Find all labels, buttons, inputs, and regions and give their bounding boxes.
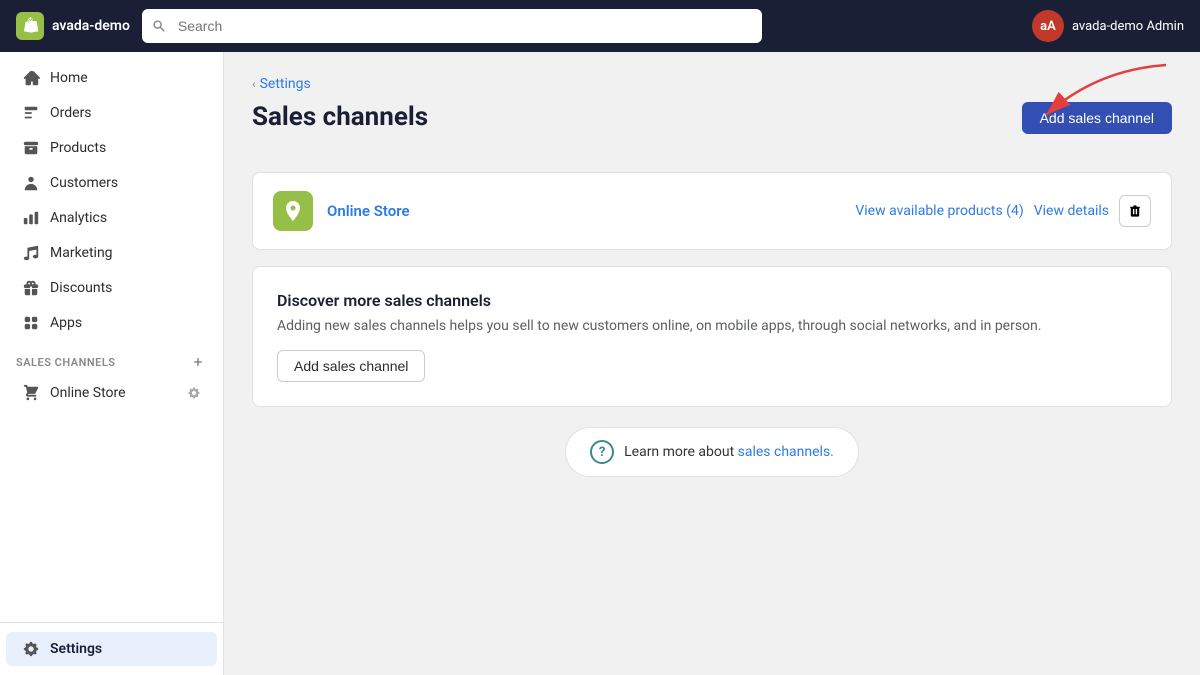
sidebar-item-online-store[interactable]: Online Store [6,376,217,410]
view-details-link[interactable]: View details [1034,203,1109,219]
add-sales-channel-icon[interactable] [189,353,207,371]
home-icon [22,69,40,87]
sidebar: Home Orders Products Custo [0,52,224,675]
online-store-actions: View available products (4) View details [855,195,1151,227]
sidebar-products-label: Products [50,140,106,156]
brand-name: avada-demo [52,18,130,34]
discover-add-channel-button[interactable]: Add sales channel [277,350,425,382]
sidebar-item-settings[interactable]: Settings [6,632,217,666]
learn-more-icon: ? [590,440,614,464]
topnav: avada-demo aA avada-demo Admin [0,0,1200,52]
sidebar-customers-label: Customers [50,175,118,191]
breadcrumb-settings-link[interactable]: Settings [260,76,311,92]
products-icon [22,139,40,157]
search-icon [152,19,166,33]
search-container [142,9,762,43]
view-available-products-link[interactable]: View available products (4) [855,203,1023,219]
apps-icon [22,314,40,332]
sidebar-item-apps[interactable]: Apps [6,306,217,340]
sidebar-orders-label: Orders [50,105,92,121]
marketing-icon [22,244,40,262]
sidebar-item-customers[interactable]: Customers [6,166,217,200]
learn-more-pill: ? Learn more about sales channels. [565,427,859,477]
online-store-name[interactable]: Online Store [327,202,410,220]
sidebar-item-home[interactable]: Home [6,61,217,95]
delete-channel-button[interactable] [1119,195,1151,227]
discounts-icon [22,279,40,297]
breadcrumb: ‹ Settings [252,76,1172,92]
brand[interactable]: avada-demo [16,12,130,40]
channel-settings-icon[interactable] [187,386,201,400]
learn-more-text: Learn more about sales channels. [624,444,834,460]
search-input[interactable] [142,9,762,43]
sidebar-online-store-label: Online Store [50,385,126,401]
sales-channels-section-title: SALES CHANNELS [0,341,223,375]
analytics-icon [22,209,40,227]
shopify-logo-icon [16,12,44,40]
sidebar-item-products[interactable]: Products [6,131,217,165]
avatar[interactable]: aA [1032,10,1064,42]
admin-name: avada-demo Admin [1072,19,1184,34]
sales-channels-link[interactable]: sales channels. [738,444,834,460]
online-store-logo-icon [273,191,313,231]
sidebar-item-orders[interactable]: Orders [6,96,217,130]
page-header: Sales channels Add sales channel [252,102,1172,152]
topnav-right: aA avada-demo Admin [1032,10,1184,42]
discover-description: Adding new sales channels helps you sell… [277,318,1147,334]
sidebar-settings-label: Settings [50,641,102,657]
sidebar-item-analytics[interactable]: Analytics [6,201,217,235]
online-store-card-row: Online Store View available products (4)… [253,173,1171,249]
orders-icon [22,104,40,122]
sidebar-analytics-label: Analytics [50,210,107,226]
online-store-card: Online Store View available products (4)… [252,172,1172,250]
breadcrumb-arrow-icon: ‹ [252,77,256,91]
online-store-icon [22,384,40,402]
sidebar-marketing-label: Marketing [50,245,113,261]
sidebar-bottom: Settings [0,622,223,675]
sidebar-discounts-label: Discounts [50,280,112,296]
main-content: ‹ Settings Sales channels Add sales chan… [224,52,1200,675]
sidebar-apps-label: Apps [50,315,82,331]
discover-title: Discover more sales channels [277,291,1147,310]
settings-icon [22,640,40,658]
sidebar-nav: Home Orders Products Custo [0,52,223,419]
discover-card: Discover more sales channels Adding new … [252,266,1172,407]
add-sales-channel-button[interactable]: Add sales channel [1022,102,1172,134]
sidebar-item-discounts[interactable]: Discounts [6,271,217,305]
sidebar-home-label: Home [50,70,88,86]
customers-icon [22,174,40,192]
page-title: Sales channels [252,102,428,132]
sidebar-item-marketing[interactable]: Marketing [6,236,217,270]
